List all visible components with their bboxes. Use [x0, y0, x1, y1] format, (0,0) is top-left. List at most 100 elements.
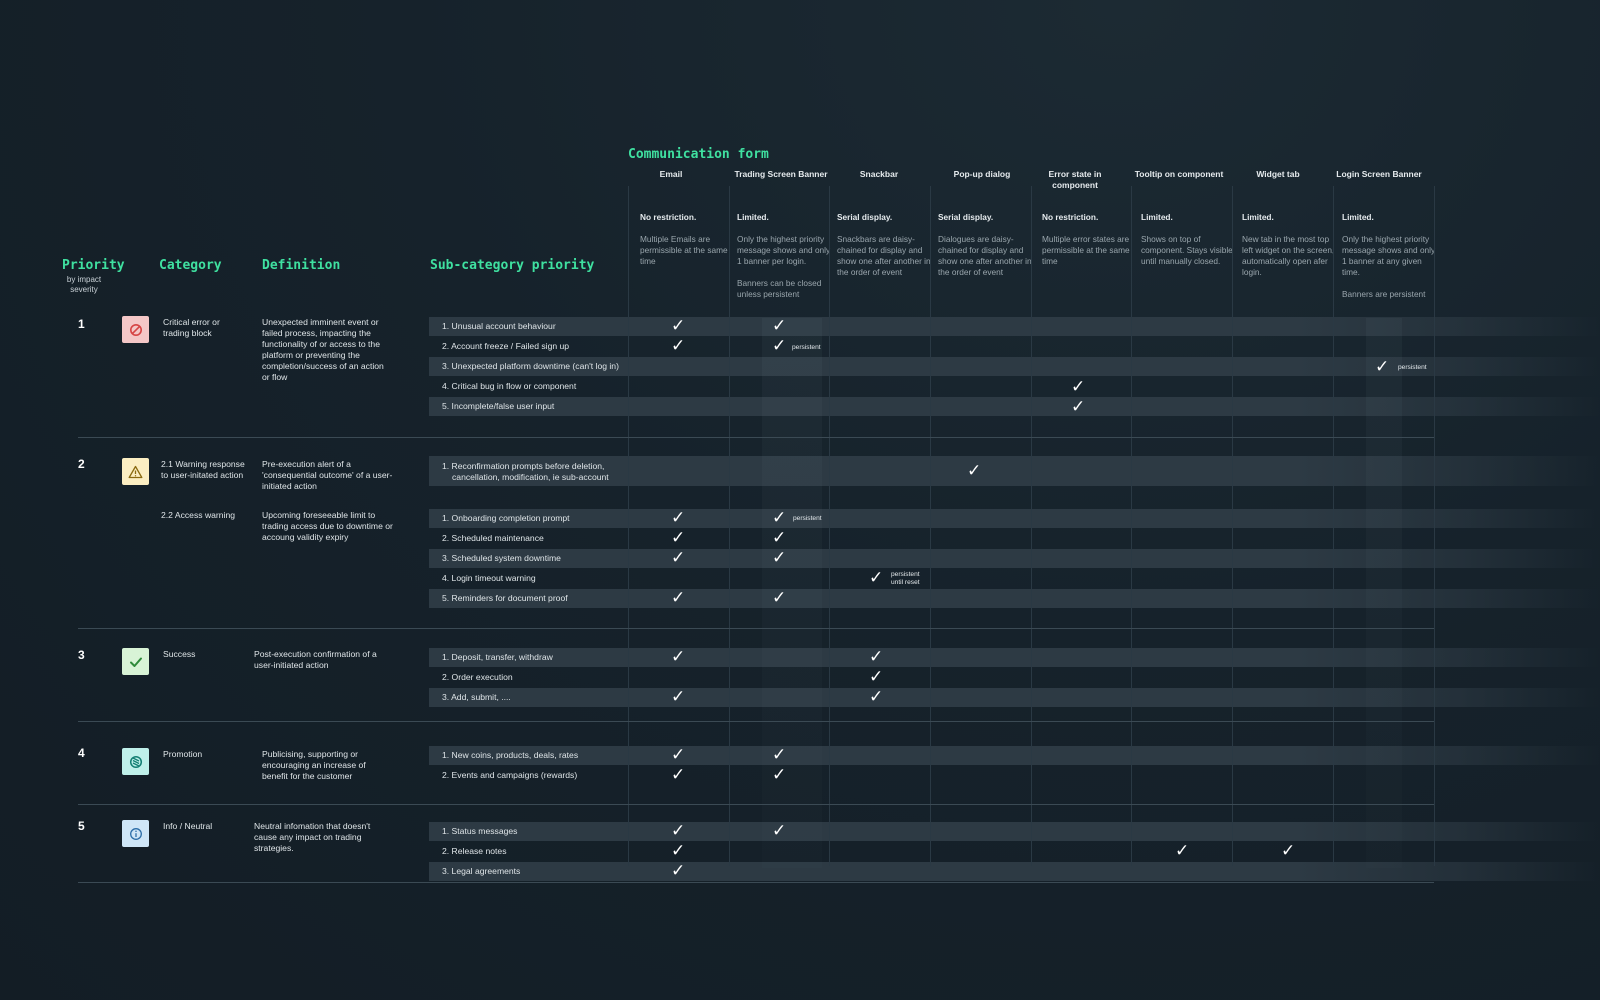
- check-mark: ✓: [869, 647, 884, 666]
- definition-text: Pre-execution alert of a 'consequential …: [262, 459, 393, 491]
- column-desc-login-banner: Limited. Only the highest priority messag…: [1342, 212, 1436, 299]
- check-mark: ✓: [671, 841, 686, 860]
- check-mark: ✓: [772, 745, 787, 764]
- check-mark: ✓: [869, 687, 884, 706]
- column-divider: [930, 186, 931, 866]
- column-divider: [1131, 186, 1132, 866]
- check-mark: ✓: [772, 336, 787, 355]
- persistent-note: persistent: [1398, 364, 1427, 371]
- category-label: 2.2 Access warning: [161, 510, 236, 520]
- definition-text: Post-execution confirmation of a user-in…: [254, 649, 377, 670]
- check-mark: ✓: [1375, 357, 1390, 376]
- column-desc-tooltip: Limited. Shows on top of component. Stays…: [1141, 212, 1233, 266]
- column-divider: [1434, 186, 1435, 866]
- block-icon: [122, 316, 149, 343]
- check-mark: ✓: [671, 316, 686, 335]
- subcategory-row: 3. Legal agreements: [442, 866, 521, 876]
- priority-number: 1: [78, 317, 85, 331]
- check-mark: ✓: [671, 528, 686, 547]
- column-desc-error-state: No restriction. Multiple error states are…: [1042, 212, 1130, 266]
- subcategory-row: 1. Reconfirmation prompts before deletio…: [442, 461, 609, 482]
- check-mark: ✓: [772, 821, 787, 840]
- check-mark: ✓: [671, 687, 686, 706]
- column-desc-popup: Serial display. Dialogues are daisy-chain…: [938, 212, 1032, 277]
- subcategory-row: 2. Release notes: [442, 846, 507, 856]
- check-mark: ✓: [671, 588, 686, 607]
- subcategory-row: 1. New coins, products, deals, rates: [442, 750, 579, 760]
- column-login-banner: Login Screen Banner: [1336, 169, 1422, 179]
- group-separator: [78, 628, 1434, 629]
- column-tooltip: Tooltip on component: [1134, 169, 1224, 179]
- group-separator: [78, 721, 1434, 722]
- subcategory-header: Sub-category priority: [430, 258, 595, 273]
- definition-text: Neutral infomation that doesn't cause an…: [254, 821, 371, 853]
- priority-number: 4: [78, 746, 85, 760]
- subcategory-row: 3. Scheduled system downtime: [442, 553, 561, 563]
- check-mark: ✓: [772, 508, 787, 527]
- subcategory-row: 2. Events and campaigns (rewards): [442, 770, 578, 780]
- definition-text: Publicising, supporting or encouraging a…: [262, 749, 366, 781]
- definition-text: Upcoming foreseeable limit to trading ac…: [262, 510, 393, 542]
- promotion-icon: [122, 748, 149, 775]
- priority-header: Priority: [62, 258, 125, 273]
- check-mark: ✓: [869, 568, 884, 587]
- category-label: Critical error or trading block: [163, 317, 220, 338]
- warning-icon: [122, 458, 149, 485]
- check-mark: ✓: [772, 316, 787, 335]
- subcategory-row: 4. Login timeout warning: [442, 573, 536, 583]
- subcategory-row: 2. Account freeze / Failed sign up: [442, 341, 570, 351]
- check-mark: ✓: [967, 461, 982, 480]
- light-beam: [1366, 318, 1402, 868]
- group-separator: [78, 882, 1434, 883]
- column-snackbar: Snackbar: [859, 169, 899, 179]
- column-divider: [729, 186, 730, 866]
- category-label: Promotion: [163, 749, 203, 759]
- definition-text: Unexpected imminent event or failed proc…: [262, 317, 384, 382]
- column-divider: [1232, 186, 1233, 866]
- column-desc-widget-tab: Limited. New tab in the most top left wid…: [1242, 212, 1335, 277]
- info-icon: [122, 820, 149, 847]
- column-widget-tab: Widget tab: [1256, 169, 1300, 179]
- column-divider: [628, 186, 629, 866]
- check-mark: ✓: [1071, 397, 1086, 416]
- column-trading-banner: Trading Screen Banner: [734, 169, 828, 179]
- check-mark: ✓: [671, 821, 686, 840]
- check-mark: ✓: [671, 861, 686, 880]
- subcategory-row: 4. Critical bug in flow or component: [442, 381, 577, 391]
- check-mark: ✓: [772, 528, 787, 547]
- subcategory-row: 3. Unexpected platform downtime (can't l…: [442, 361, 619, 371]
- check-mark: ✓: [671, 336, 686, 355]
- definition-header: Definition: [262, 258, 341, 273]
- group-separator: [78, 437, 1434, 438]
- check-mark: ✓: [1175, 841, 1190, 860]
- check-mark: ✓: [772, 548, 787, 567]
- column-desc-snackbar: Serial display. Snackbars are daisy-chain…: [837, 212, 931, 277]
- subcategory-row: 1. Onboarding completion prompt: [442, 513, 570, 523]
- subcategory-row: 1. Deposit, transfer, withdraw: [442, 652, 553, 662]
- communication-form-title: Communication form: [628, 147, 769, 162]
- subcategory-row: 2. Scheduled maintenance: [442, 533, 544, 543]
- priority-number: 5: [78, 819, 85, 833]
- column-popup: Pop-up dialog: [953, 169, 1011, 179]
- check-mark: ✓: [772, 765, 787, 784]
- check-mark: ✓: [671, 765, 686, 784]
- column-error-state: Error state in component: [1048, 169, 1102, 190]
- check-mark: ✓: [671, 508, 686, 527]
- subcategory-row: 1. Unusual account behaviour: [442, 321, 556, 331]
- check-mark: ✓: [671, 745, 686, 764]
- persistent-note: persistent: [793, 515, 822, 522]
- check-mark: ✓: [671, 647, 686, 666]
- column-divider: [829, 186, 830, 866]
- column-email: Email: [659, 169, 683, 179]
- check-mark: ✓: [1071, 377, 1086, 396]
- category-label: Info / Neutral: [163, 821, 213, 831]
- priority-subheader: by impact severity: [66, 275, 102, 294]
- column-desc-email: No restriction. Multiple Emails are permi…: [640, 212, 728, 266]
- subcategory-row: 3. Add, submit, ....: [442, 692, 511, 702]
- priority-number: 3: [78, 648, 85, 662]
- category-label: Success: [163, 649, 196, 659]
- check-icon: [122, 648, 149, 675]
- column-divider: [1333, 186, 1334, 866]
- check-mark: ✓: [1281, 841, 1296, 860]
- column-divider: [1031, 186, 1032, 866]
